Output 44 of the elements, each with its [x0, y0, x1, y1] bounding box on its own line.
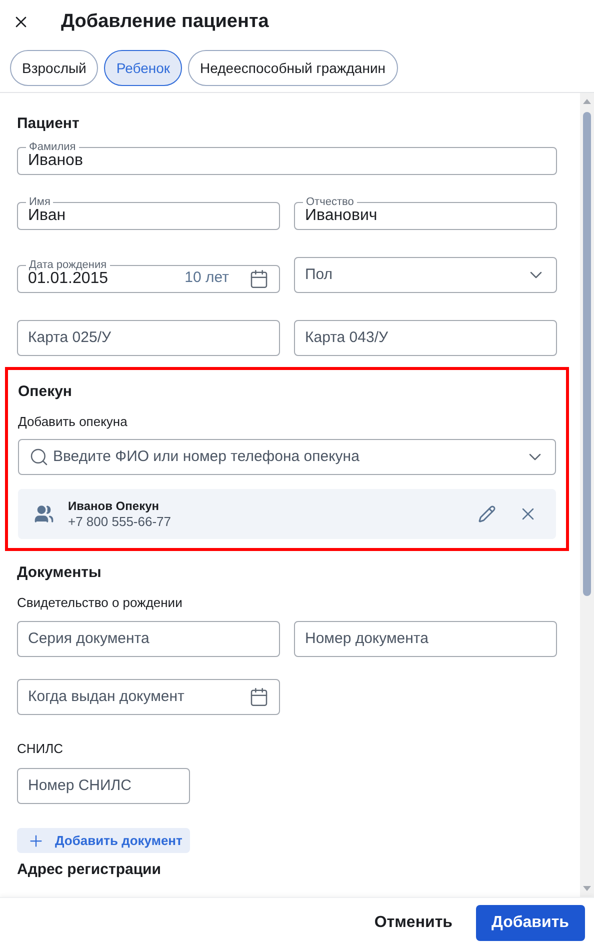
input-field[interactable]: Серия документа [17, 621, 280, 657]
field-label: Дата рождения [28, 258, 108, 272]
submit-button[interactable]: Добавить [476, 904, 585, 940]
search-icon [29, 447, 49, 467]
calendar-icon [249, 268, 269, 288]
tab[interactable]: Недееспособный гражданин [188, 50, 398, 86]
field-placeholder: Карта 043/У [305, 328, 390, 348]
people-icon [34, 504, 54, 524]
date-field[interactable]: Дата рождения 01.01.2015 10 лет [17, 258, 280, 293]
section-heading: Опекун [18, 383, 73, 401]
field-placeholder: Карта 025/У [28, 328, 112, 348]
calendar-icon [249, 687, 269, 707]
window-title: Добавление пациента [61, 10, 269, 34]
input-field[interactable]: Фамилия Иванов [17, 140, 557, 175]
date-field[interactable]: Когда выдан документ [17, 679, 280, 715]
section-heading: Документы [17, 564, 102, 582]
edit-button[interactable] [478, 504, 498, 524]
input-field[interactable]: Карта 025/У [17, 320, 280, 356]
input-field[interactable]: Имя Иван [17, 195, 280, 230]
age-hint: 10 лет [184, 268, 229, 288]
cancel-button[interactable]: Отменить [374, 910, 452, 934]
field-value: 01.01.2015 [28, 270, 110, 288]
section-heading: Пациент [17, 115, 80, 133]
field-placeholder: Пол [305, 264, 334, 285]
section-heading: Адрес регистрации [17, 861, 162, 879]
search-field[interactable]: Введите ФИО или номер телефона опекуна [18, 439, 556, 475]
field-caption: Свидетельство о рождении [17, 595, 184, 611]
field-placeholder: Номер документа [305, 628, 430, 649]
add-document-button[interactable]: Добавить документ [17, 828, 190, 853]
guardian-phone: +7 800 555-66-77 [68, 514, 172, 530]
guardian-name: Иванов Опекун [68, 498, 160, 514]
field-placeholder: Номер СНИЛС [28, 776, 132, 796]
field-caption: Добавить опекуна [18, 414, 128, 430]
field-placeholder: Введите ФИО или номер телефона опекуна [53, 446, 360, 467]
input-field[interactable]: Отчество Иванович [294, 195, 557, 230]
field-placeholder: Серия документа [28, 628, 150, 649]
input-field[interactable]: Номер документа [294, 621, 557, 657]
tab[interactable]: Взрослый [10, 50, 98, 86]
select-field[interactable]: Пол [294, 257, 557, 293]
tab[interactable]: Ребенок [104, 50, 182, 86]
field-placeholder: Когда выдан документ [28, 686, 186, 707]
field-caption: СНИЛС [17, 741, 64, 757]
input-field[interactable]: Карта 043/У [294, 320, 557, 356]
input-field[interactable]: Номер СНИЛС [17, 768, 190, 804]
